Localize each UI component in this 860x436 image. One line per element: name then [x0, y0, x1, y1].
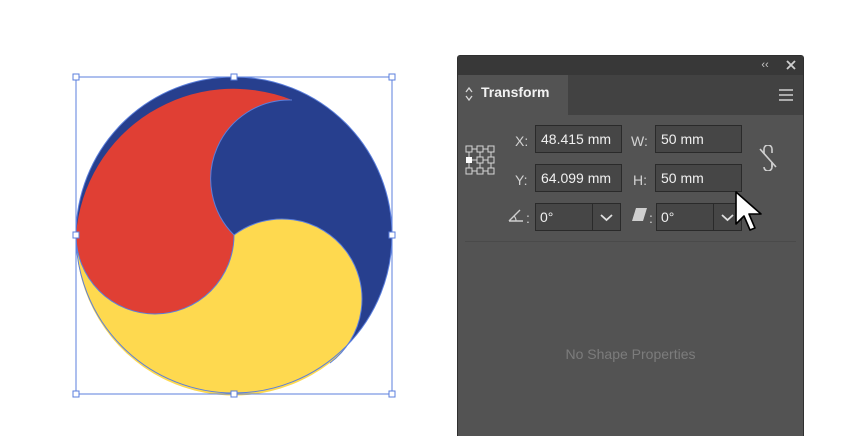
shear-angle-value: 0°: [661, 209, 675, 225]
handle-bottom-right[interactable]: [388, 390, 396, 398]
rotate-angle-icon: [508, 209, 523, 222]
rotate-angle-value: 0°: [540, 209, 554, 225]
collapse-icon[interactable]: ‹‹: [758, 58, 772, 72]
x-field[interactable]: [535, 125, 622, 153]
rotate-angle-dropdown[interactable]: 0°: [535, 203, 621, 231]
tab-transform[interactable]: Transform: [458, 75, 568, 115]
updown-arrows-icon[interactable]: [465, 86, 473, 102]
panel-title-bar[interactable]: ‹‹: [458, 56, 803, 75]
divider: [465, 241, 796, 242]
h-label: H:: [633, 172, 647, 188]
menu-icon[interactable]: [778, 88, 794, 102]
w-label: W:: [631, 133, 648, 149]
handle-bottom-left[interactable]: [72, 390, 80, 398]
shear-label: :: [649, 210, 653, 226]
mouse-cursor-icon: [735, 191, 762, 231]
handle-top-right[interactable]: [388, 73, 396, 81]
width-field[interactable]: [655, 125, 742, 153]
x-label: X:: [515, 133, 529, 149]
taeguk-artwork[interactable]: [75, 76, 393, 396]
artboard-canvas[interactable]: [0, 0, 460, 436]
handle-top-center[interactable]: [230, 73, 238, 81]
reference-point-icon[interactable]: [465, 145, 495, 175]
chevron-down-icon[interactable]: [592, 204, 620, 230]
panel-tab-bar: Transform: [458, 75, 803, 115]
empty-message: No Shape Properties: [565, 346, 696, 362]
angle-label: :: [526, 210, 530, 226]
handle-bottom-center[interactable]: [230, 390, 238, 398]
shear-angle-dropdown[interactable]: 0°: [656, 203, 742, 231]
height-field[interactable]: [655, 164, 742, 192]
handle-middle-right[interactable]: [388, 231, 396, 239]
unlink-icon[interactable]: [757, 145, 779, 171]
handle-middle-left[interactable]: [72, 231, 80, 239]
tab-label: Transform: [481, 84, 550, 100]
y-field[interactable]: [535, 164, 622, 192]
handle-top-left[interactable]: [72, 73, 80, 81]
y-label: Y:: [515, 172, 528, 188]
close-icon[interactable]: [784, 58, 798, 72]
transform-panel: ‹‹ Transform X: W: Y: H:: [457, 55, 804, 436]
shear-icon: [632, 208, 647, 221]
